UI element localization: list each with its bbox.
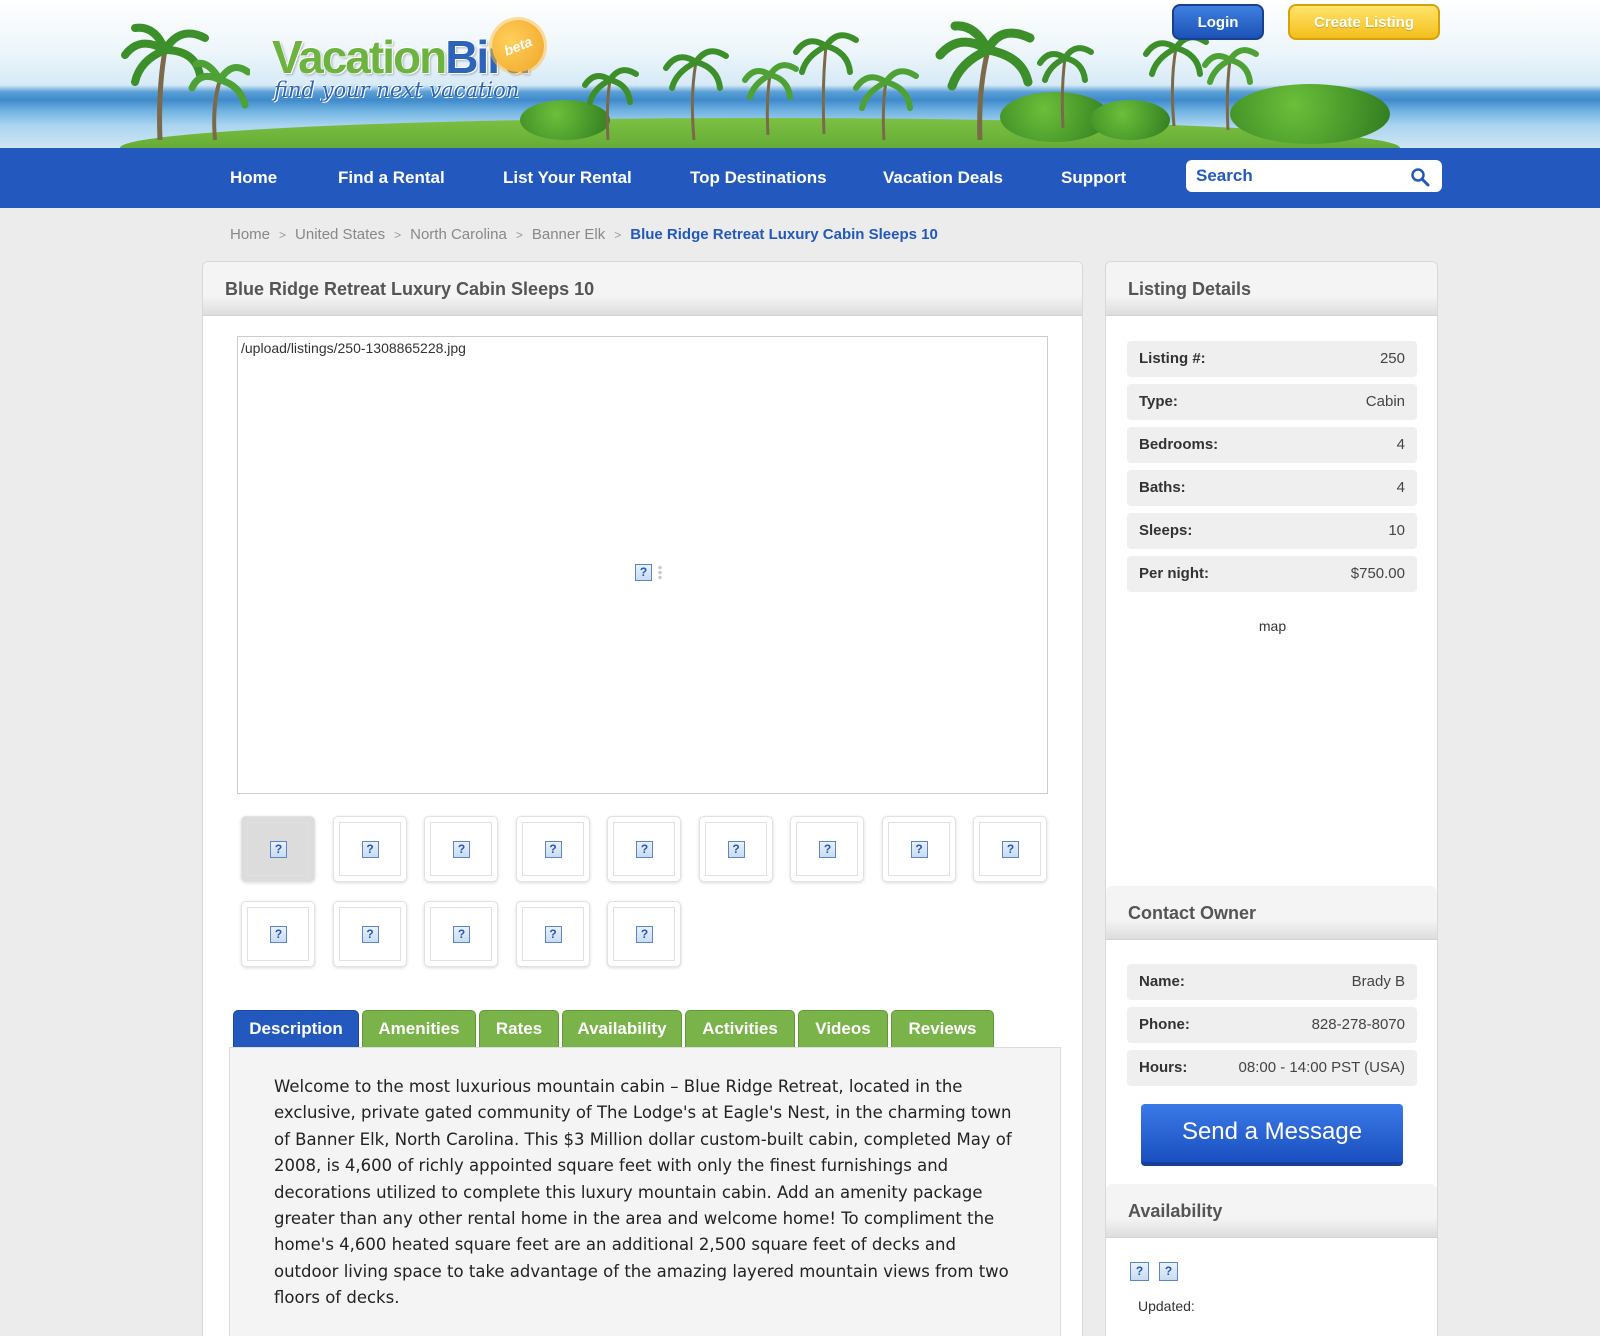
breadcrumb-north-carolina[interactable]: North Carolina	[410, 226, 507, 243]
logo-tagline: find your next vacation	[274, 78, 520, 102]
logo-wordmark: VacationBird	[272, 31, 531, 83]
nav-support[interactable]: Support	[1061, 148, 1126, 208]
tab-reviews[interactable]: Reviews	[891, 1010, 994, 1048]
search-icon[interactable]	[1410, 167, 1430, 187]
breadcrumb-united-states[interactable]: United States	[295, 226, 385, 243]
detail-row-baths: Baths: 4	[1127, 470, 1417, 506]
broken-image-icon: ?	[270, 926, 287, 943]
tab-activities[interactable]: Activities	[685, 1010, 795, 1048]
broken-image-icon: ?	[819, 841, 836, 858]
send-message-button[interactable]: Send a Message	[1141, 1104, 1403, 1166]
breadcrumb-home[interactable]: Home	[230, 226, 270, 243]
photo-thumbnail[interactable]: ?	[790, 816, 864, 882]
description-panel: Welcome to the most luxurious mountain c…	[229, 1047, 1061, 1336]
nav-find-a-rental[interactable]: Find a Rental	[338, 148, 445, 208]
detail-row-bedrooms: Bedrooms: 4	[1127, 427, 1417, 463]
broken-image-icon: ?	[910, 841, 928, 858]
sidebar-panel: Listing Details Listing #: 250 Type: Cabin…	[1105, 261, 1438, 1336]
contact-row-name: Name: Brady B	[1127, 964, 1417, 1000]
detail-row-type: Type: Cabin	[1127, 384, 1417, 420]
breadcrumb-banner-elk[interactable]: Banner Elk	[532, 226, 605, 243]
contact-row-hours: Hours: 08:00 - 14:00 PST (USA)	[1127, 1050, 1417, 1086]
login-button[interactable]: Login	[1172, 4, 1264, 40]
availability-title: Availability	[1106, 1184, 1437, 1238]
broken-image-icon: ?	[361, 841, 379, 858]
palm-tree-icon	[582, 67, 639, 140]
search-box	[1186, 160, 1442, 192]
loading-spinner-icon	[656, 565, 664, 581]
contact-owner-title: Contact Owner	[1106, 886, 1437, 940]
main-photo-alt-text: /upload/listings/250-1308865228.jpg	[241, 340, 466, 356]
listing-title: Blue Ridge Retreat Luxury Cabin Sleeps 1…	[203, 262, 1082, 316]
broken-image-icon[interactable]: ?	[1130, 1262, 1149, 1281]
tab-availability[interactable]: Availability	[562, 1010, 682, 1048]
availability-updated: Updated:	[1138, 1298, 1195, 1314]
nav-vacation-deals[interactable]: Vacation Deals	[883, 148, 1003, 208]
broken-image-icon: ?	[453, 841, 470, 858]
detail-row-per-night: Per night: $750.00	[1127, 556, 1417, 592]
listing-panel: Blue Ridge Retreat Luxury Cabin Sleeps 1…	[202, 261, 1083, 1336]
map-placeholder[interactable]: map	[1106, 618, 1439, 634]
nav-list-your-rental[interactable]: List Your Rental	[503, 148, 632, 208]
photo-thumbnail[interactable]: ?	[607, 901, 681, 967]
broken-image-icon: ?	[361, 926, 379, 943]
photo-thumbnail[interactable]: ?	[241, 901, 315, 967]
tab-amenities[interactable]: Amenities	[362, 1010, 476, 1048]
nav-top-destinations[interactable]: Top Destinations	[690, 148, 827, 208]
photo-thumbnail[interactable]: ?	[515, 816, 590, 882]
contact-row-phone: Phone: 828-278-8070	[1127, 1007, 1417, 1043]
breadcrumb: Home > United States > North Carolina > Banner…	[230, 226, 938, 243]
palm-tree-icon	[935, 21, 1035, 140]
broken-image-icon: ?	[544, 841, 562, 858]
detail-row-listing-number: Listing #: 250	[1127, 341, 1417, 377]
tab-description[interactable]: Description	[233, 1010, 359, 1048]
photo-thumbnail[interactable]: ?	[332, 816, 407, 882]
broken-image-icon: ?	[727, 841, 745, 858]
palm-tree-icon	[1202, 47, 1259, 130]
listing-details-title: Listing Details	[1106, 262, 1437, 316]
broken-image-icon: ?	[635, 564, 652, 581]
search-input[interactable]	[1186, 160, 1396, 192]
main-photo[interactable]: /upload/listings/250-1308865228.jpg ?	[237, 336, 1048, 794]
broken-image-icon: ?	[1002, 841, 1019, 858]
tab-rates[interactable]: Rates	[479, 1010, 559, 1048]
broken-image-icon[interactable]: ?	[1159, 1262, 1178, 1281]
photo-thumbnail[interactable]: ?	[332, 901, 407, 967]
main-nav: Home Find a Rental List Your Rental Top …	[0, 148, 1600, 208]
broken-image-icon: ?	[270, 841, 287, 858]
broken-image-icon: ?	[544, 926, 562, 943]
photo-thumbnail[interactable]: ?	[241, 816, 315, 882]
tab-videos[interactable]: Videos	[798, 1010, 888, 1048]
photo-thumbnail[interactable]: ?	[973, 816, 1047, 882]
palm-tree-icon	[121, 23, 250, 140]
availability-icons: ??	[1130, 1262, 1188, 1281]
photo-thumbnail[interactable]: ?	[607, 816, 681, 882]
photo-thumbnail[interactable]: ?	[881, 816, 956, 882]
photo-thumbnail[interactable]: ?	[515, 901, 590, 967]
header-banner: VacationBird find your next vacation bet…	[0, 0, 1600, 148]
photo-thumbnail[interactable]: ?	[424, 816, 498, 882]
detail-row-sleeps: Sleeps: 10	[1127, 513, 1417, 549]
palm-tree-icon	[853, 68, 919, 140]
create-listing-button[interactable]: Create Listing	[1288, 4, 1440, 40]
description-text: Welcome to the most luxurious mountain c…	[274, 1077, 1012, 1308]
site-logo[interactable]: VacationBird find your next vacation	[272, 30, 531, 102]
photo-thumbnail[interactable]: ?	[698, 816, 773, 882]
palm-tree-icon	[1037, 45, 1094, 128]
palm-tree-icon	[663, 48, 729, 140]
broken-image-icon: ?	[636, 926, 653, 943]
nav-home[interactable]: Home	[230, 148, 277, 208]
broken-image-icon: ?	[636, 841, 653, 858]
breadcrumb-current[interactable]: Blue Ridge Retreat Luxury Cabin Sleeps 1…	[630, 226, 938, 243]
broken-image-icon: ?	[453, 926, 470, 943]
photo-thumbnail[interactable]: ?	[424, 901, 498, 967]
